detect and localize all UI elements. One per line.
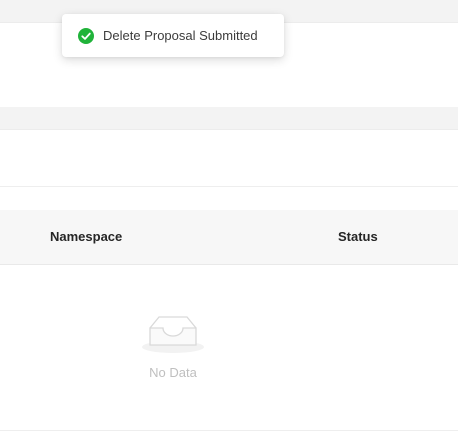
table-bottom-border — [0, 430, 458, 431]
notification-toast: Delete Proposal Submitted — [62, 14, 284, 57]
divider — [0, 186, 458, 187]
section-band — [0, 107, 458, 130]
column-header-namespace[interactable]: Namespace — [50, 210, 122, 264]
table-empty-state: No Data — [0, 265, 458, 430]
column-header-status[interactable]: Status — [338, 210, 378, 264]
table-header: Namespace Status — [0, 210, 458, 265]
empty-text: No Data — [149, 365, 197, 380]
toast-message: Delete Proposal Submitted — [103, 28, 258, 43]
check-circle-icon — [78, 28, 94, 44]
empty-inbox-icon — [142, 316, 204, 353]
page: Namespace Status No Data Delete Proposal… — [0, 0, 458, 446]
